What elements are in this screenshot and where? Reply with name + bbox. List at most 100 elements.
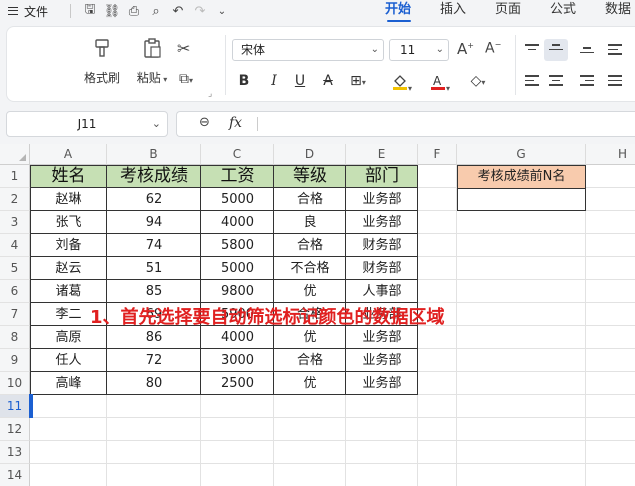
select-all-corner[interactable] bbox=[0, 144, 30, 165]
align-top-icon[interactable] bbox=[525, 44, 539, 53]
table-cell[interactable]: 诸葛 bbox=[30, 280, 107, 303]
redo-icon[interactable]: ↷ bbox=[189, 4, 211, 19]
align-middle-icon[interactable] bbox=[549, 44, 563, 53]
table-cell[interactable]: 不合格 bbox=[274, 257, 346, 280]
column-header-f[interactable]: F bbox=[418, 144, 457, 165]
table-cell[interactable]: 刘备 bbox=[30, 234, 107, 257]
italic-icon[interactable]: I bbox=[263, 73, 285, 89]
table-cell[interactable]: 5000 bbox=[201, 257, 274, 280]
table-cell[interactable]: 高峰 bbox=[30, 372, 107, 395]
tab-data[interactable]: 数据 bbox=[605, 0, 635, 22]
align-left-icon[interactable] bbox=[525, 75, 539, 89]
align-bottom-icon[interactable] bbox=[580, 47, 594, 56]
increase-font-icon[interactable]: A+ bbox=[457, 40, 474, 58]
table-cell[interactable]: 80 bbox=[107, 372, 201, 395]
font-name-select[interactable]: 宋体 ⌄ bbox=[232, 39, 384, 61]
strikethrough-icon[interactable]: A bbox=[317, 73, 339, 89]
decrease-font-icon[interactable]: A− bbox=[485, 40, 501, 57]
row-header-2[interactable]: 2 bbox=[0, 188, 30, 211]
borders-icon[interactable]: ⊞▾ bbox=[347, 73, 369, 89]
table-cell[interactable]: 高原 bbox=[30, 326, 107, 349]
format-painter-button[interactable]: 格式刷 bbox=[79, 37, 125, 86]
bold-icon[interactable]: B bbox=[233, 73, 255, 89]
table-cell[interactable]: 赵云 bbox=[30, 257, 107, 280]
row-header-1[interactable]: 1 bbox=[0, 165, 30, 188]
font-color-icon[interactable]: A ▾ bbox=[429, 73, 451, 95]
row-header-8[interactable]: 8 bbox=[0, 326, 30, 349]
tab-page[interactable]: 页面 bbox=[495, 0, 550, 22]
table-cell[interactable]: 张飞 bbox=[30, 211, 107, 234]
table-cell[interactable]: 业务部 bbox=[346, 211, 418, 234]
paste-button[interactable]: 粘贴 ▾ bbox=[129, 37, 175, 86]
fx-icon[interactable]: fx bbox=[229, 115, 242, 131]
dialog-launcher-icon[interactable]: ⌟ bbox=[208, 89, 212, 99]
name-box[interactable]: J11 ⌄ bbox=[6, 111, 168, 137]
table-cell[interactable]: 94 bbox=[107, 211, 201, 234]
file-menu[interactable]: 文件 bbox=[0, 3, 62, 20]
column-header-d[interactable]: D bbox=[274, 144, 346, 165]
row-header-12[interactable]: 12 bbox=[0, 418, 30, 441]
table-cell[interactable]: 3000 bbox=[201, 349, 274, 372]
table-cell[interactable]: 9800 bbox=[201, 280, 274, 303]
table-cell[interactable]: 人事部 bbox=[346, 280, 418, 303]
row-header-7[interactable]: 7 bbox=[0, 303, 30, 326]
column-header-b[interactable]: B bbox=[107, 144, 201, 165]
tab-formulas[interactable]: 公式 bbox=[550, 0, 605, 22]
table-cell[interactable]: 优 bbox=[274, 326, 346, 349]
column-header-e[interactable]: E bbox=[346, 144, 418, 165]
table-cell[interactable]: 51 bbox=[107, 257, 201, 280]
table-cell[interactable]: 财务部 bbox=[346, 257, 418, 280]
column-header-a[interactable]: A bbox=[30, 144, 107, 165]
undo-icon[interactable]: ↶ bbox=[167, 4, 189, 19]
row-header-11[interactable]: 11 bbox=[0, 395, 30, 418]
table-cell[interactable]: 5800 bbox=[201, 234, 274, 257]
row-header-3[interactable]: 3 bbox=[0, 211, 30, 234]
row-header-10[interactable]: 10 bbox=[0, 372, 30, 395]
table-cell[interactable]: 业务部 bbox=[346, 326, 418, 349]
save-icon[interactable]: 🖫 bbox=[79, 0, 101, 22]
zoom-search-icon[interactable]: ⊖ bbox=[199, 115, 210, 130]
table-cell[interactable]: 合格 bbox=[274, 188, 346, 211]
table-cell[interactable]: 74 bbox=[107, 234, 201, 257]
chevron-down-icon[interactable]: ⌄ bbox=[211, 6, 233, 17]
table-cell[interactable]: 86 bbox=[107, 326, 201, 349]
row-header-9[interactable]: 9 bbox=[0, 349, 30, 372]
table-cell[interactable]: 任人 bbox=[30, 349, 107, 372]
underline-icon[interactable]: U bbox=[289, 73, 311, 89]
table-cell[interactable]: 85 bbox=[107, 280, 201, 303]
wrap-text-icon[interactable] bbox=[608, 44, 622, 58]
table-cell[interactable]: 72 bbox=[107, 349, 201, 372]
row-header-5[interactable]: 5 bbox=[0, 257, 30, 280]
formula-input[interactable]: ⊖ fx bbox=[176, 111, 635, 137]
table-cell[interactable]: 优 bbox=[274, 372, 346, 395]
table-cell[interactable]: 4000 bbox=[201, 211, 274, 234]
table-cell[interactable]: 合格 bbox=[274, 234, 346, 257]
font-size-select[interactable]: 11 ⌄ bbox=[389, 39, 449, 61]
row-header-13[interactable]: 13 bbox=[0, 441, 30, 464]
row-header-6[interactable]: 6 bbox=[0, 280, 30, 303]
print-icon[interactable]: ⎙ bbox=[123, 4, 145, 19]
align-center-icon[interactable] bbox=[549, 75, 563, 89]
table-cell[interactable]: 财务部 bbox=[346, 234, 418, 257]
table-cell[interactable]: 业务部 bbox=[346, 349, 418, 372]
column-header-g[interactable]: G bbox=[457, 144, 586, 165]
cut-icon[interactable]: ✂ bbox=[177, 39, 190, 58]
print-preview-icon[interactable]: ⌕ bbox=[145, 4, 167, 19]
clear-format-icon[interactable]: ◇▾ bbox=[467, 73, 489, 89]
table-cell[interactable]: 合格 bbox=[274, 349, 346, 372]
justify-icon[interactable] bbox=[608, 75, 622, 89]
tab-insert[interactable]: 插入 bbox=[440, 0, 495, 22]
column-header-c[interactable]: C bbox=[201, 144, 274, 165]
align-right-icon[interactable] bbox=[580, 75, 594, 89]
link-icon[interactable]: ⛓ bbox=[101, 4, 123, 19]
table-cell[interactable]: 优 bbox=[274, 280, 346, 303]
table-cell[interactable]: 业务部 bbox=[346, 372, 418, 395]
copy-icon[interactable]: ⧉▾ bbox=[179, 71, 193, 87]
fill-color-icon[interactable]: ▾ bbox=[391, 73, 413, 95]
table-cell[interactable]: 良 bbox=[274, 211, 346, 234]
table-cell[interactable]: 62 bbox=[107, 188, 201, 211]
table-cell[interactable]: 5000 bbox=[201, 188, 274, 211]
tab-home[interactable]: 开始 bbox=[385, 0, 440, 22]
top-n-input[interactable] bbox=[457, 188, 586, 211]
row-header-4[interactable]: 4 bbox=[0, 234, 30, 257]
